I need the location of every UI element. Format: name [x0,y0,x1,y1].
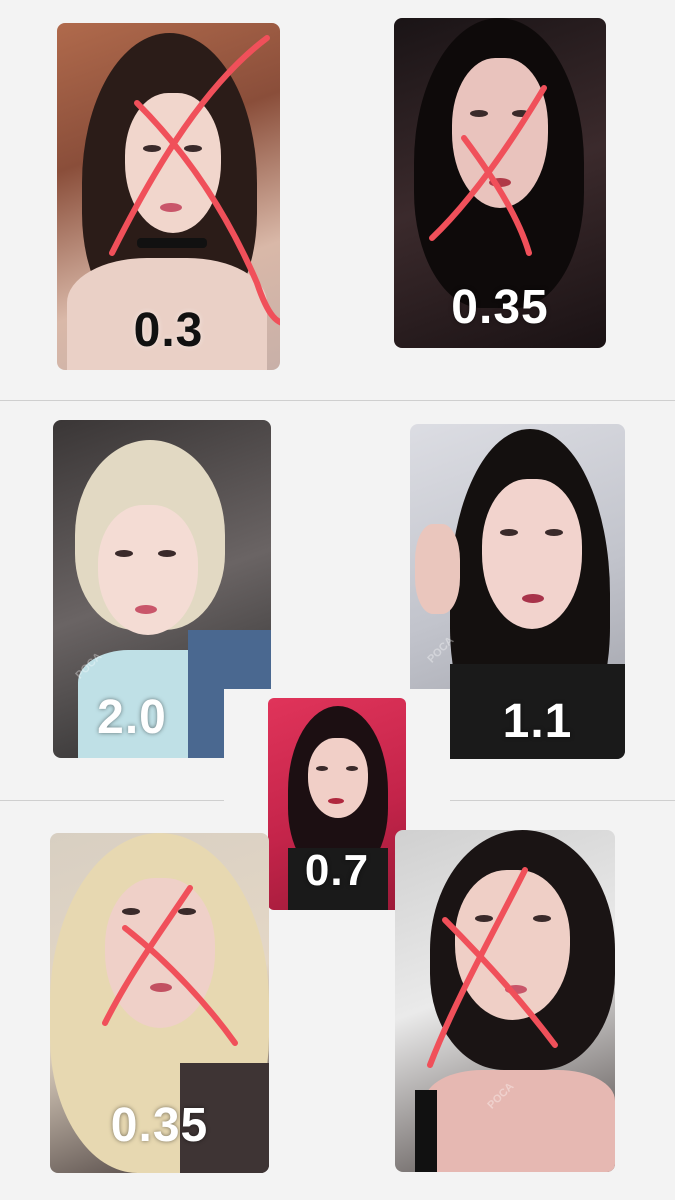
face [308,738,368,818]
photocard-6[interactable]: 0.35 [50,833,269,1173]
eye [115,550,133,557]
photocard-2[interactable]: 0.35 [394,18,606,348]
eye [346,766,358,771]
face [482,479,582,629]
eye [545,529,563,536]
lips [135,605,157,614]
price-label: 1.1 [502,695,573,748]
photocard-5[interactable]: 0.7 [268,698,406,910]
price-label: 0.35 [110,1099,209,1152]
section-divider [0,400,675,401]
price-label: 0.3 [133,304,204,357]
eye [316,766,328,771]
photocard-1[interactable]: 0.3 [57,23,280,370]
lips [328,798,344,804]
lips [522,594,544,603]
price-label: 2.0 [97,691,167,744]
eye [158,550,176,557]
face [98,505,198,635]
hand [415,524,460,614]
cross-mark [427,867,558,1068]
price-label: 0.35 [451,281,549,334]
photocard-7[interactable]: POCA [395,830,615,1172]
price-label: 0.7 [304,846,370,895]
eye [500,529,518,536]
